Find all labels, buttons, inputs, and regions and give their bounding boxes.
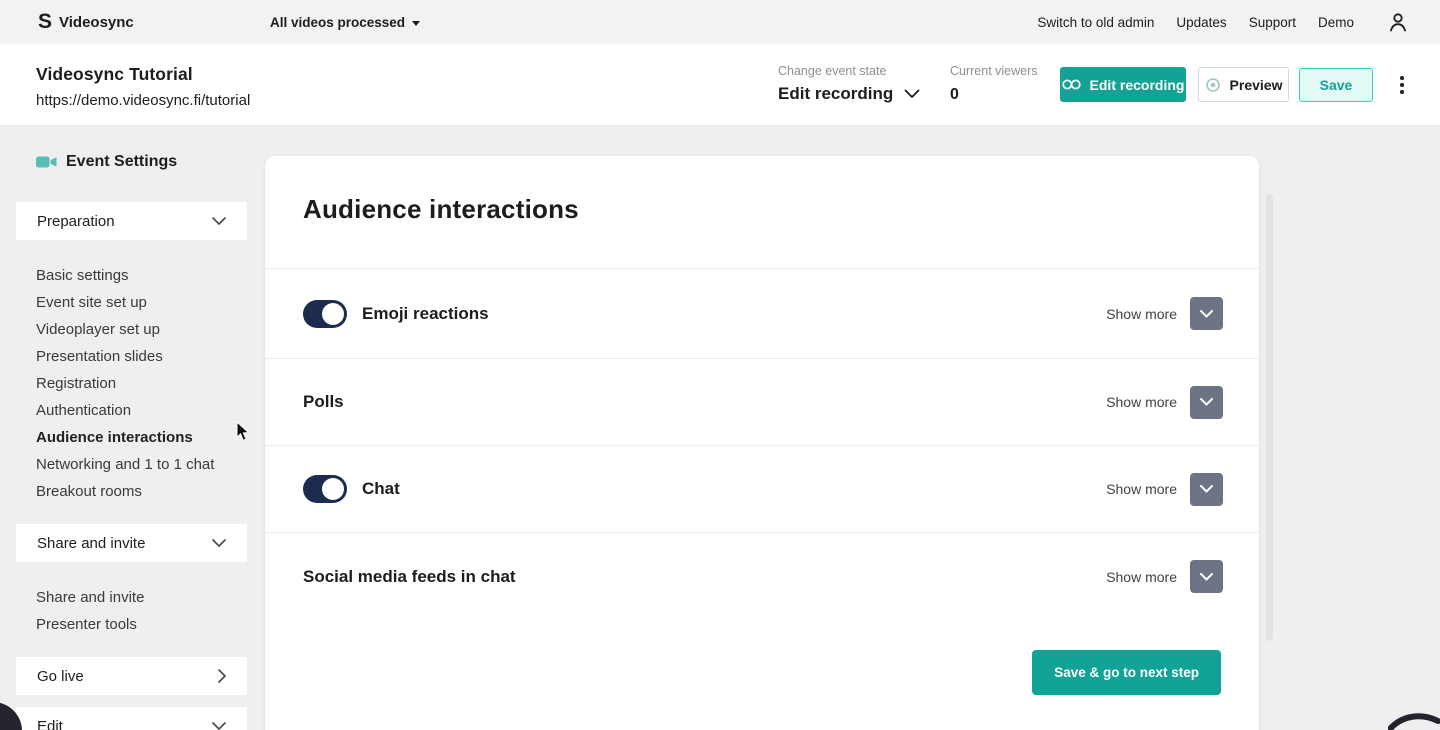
save-go-next-step-button[interactable]: Save & go to next step (1032, 650, 1221, 695)
sidebar-item-breakout-rooms[interactable]: Breakout rooms (36, 478, 214, 505)
sidebar-item-networking-1to1-chat[interactable]: Networking and 1 to 1 chat (36, 451, 214, 478)
current-viewers-label: Current viewers (950, 64, 1038, 78)
expand-button[interactable] (1190, 473, 1223, 506)
sidebar-item-videoplayer-set-up[interactable]: Videoplayer set up (36, 316, 214, 343)
event-title-block: Videosync Tutorial https://demo.videosyn… (36, 64, 250, 109)
setting-label: Emoji reactions (362, 304, 489, 324)
show-more-link[interactable]: Show more (1106, 306, 1177, 322)
chevron-down-icon (212, 217, 226, 225)
sidebar-item-registration[interactable]: Registration (36, 370, 214, 397)
show-more-link[interactable]: Show more (1106, 394, 1177, 410)
updates-link[interactable]: Updates (1176, 15, 1226, 30)
video-camera-icon (36, 155, 57, 169)
setting-row-chat: Chat Show more (265, 445, 1259, 532)
sidebar-item-share-and-invite[interactable]: Share and invite (36, 584, 144, 611)
logo-text: Videosync (59, 14, 134, 31)
sidebar-section-go-live[interactable]: Go live (16, 657, 247, 695)
mouse-cursor (236, 421, 251, 442)
chevron-down-icon (212, 539, 226, 547)
edit-label: Edit (37, 718, 63, 730)
preview-eye-icon (1205, 77, 1221, 93)
chevron-down-icon (904, 89, 920, 99)
setting-label: Social media feeds in chat (303, 567, 516, 587)
sidebar-section-share-and-invite[interactable]: Share and invite (16, 524, 247, 562)
go-live-label: Go live (37, 668, 84, 685)
preparation-label: Preparation (37, 213, 115, 230)
current-viewers-count: 0 (950, 86, 1038, 104)
setting-row-social-media-feeds: Social media feeds in chat Show more (265, 532, 1259, 620)
chevron-down-icon (1200, 573, 1213, 581)
support-link[interactable]: Support (1249, 15, 1296, 30)
sidebar-section-preparation[interactable]: Preparation (16, 202, 247, 240)
show-more-link[interactable]: Show more (1106, 569, 1177, 585)
sidebar-item-presentation-slides[interactable]: Presentation slides (36, 343, 214, 370)
share-and-invite-label: Share and invite (37, 535, 145, 552)
more-options-kebab-icon[interactable] (1392, 68, 1412, 102)
logo-s-icon: S (38, 10, 51, 34)
chevron-down-icon (1200, 310, 1213, 318)
panel-scrollbar[interactable] (1266, 194, 1273, 641)
app-screen: S Videosync All videos processed Switch … (0, 0, 1440, 730)
setting-label: Polls (303, 392, 344, 412)
setting-row-polls: Polls Show more (265, 358, 1259, 445)
page-body: Event Settings Preparation Basic setting… (0, 126, 1440, 730)
edit-recording-button[interactable]: Edit recording (1060, 67, 1186, 102)
save-button-label: Save (1320, 77, 1353, 93)
show-more-link[interactable]: Show more (1106, 481, 1177, 497)
sidebar-header: Event Settings (36, 153, 177, 171)
event-state-dropdown[interactable]: Edit recording (778, 84, 920, 104)
sidebar-item-authentication[interactable]: Authentication (36, 397, 214, 424)
user-account-icon[interactable] (1386, 10, 1410, 34)
expand-button[interactable] (1190, 386, 1223, 419)
share-items: Share and invite Presenter tools (36, 584, 144, 638)
setting-label: Chat (362, 479, 400, 499)
emoji-reactions-toggle[interactable] (303, 300, 347, 328)
event-state-value: Edit recording (778, 84, 893, 104)
event-header: Videosync Tutorial https://demo.videosyn… (0, 44, 1440, 126)
preparation-items: Basic settings Event site set up Videopl… (36, 262, 214, 505)
event-state-block: Change event state Edit recording (778, 64, 920, 104)
settings-card: Audience interactions Emoji reactions Sh… (265, 156, 1259, 730)
recording-icon (1062, 78, 1081, 91)
event-state-label: Change event state (778, 64, 920, 78)
page-title: Audience interactions (303, 194, 579, 225)
topbar: S Videosync All videos processed Switch … (0, 0, 1440, 44)
chevron-down-icon (1200, 398, 1213, 406)
preview-button[interactable]: Preview (1198, 67, 1289, 102)
switch-to-old-admin-link[interactable]: Switch to old admin (1037, 15, 1154, 30)
chevron-down-icon (212, 722, 226, 730)
topbar-links: Switch to old admin Updates Support Demo (1037, 0, 1354, 44)
sidebar-item-event-site-set-up[interactable]: Event site set up (36, 289, 214, 316)
sidebar-title: Event Settings (66, 153, 177, 171)
videos-processed-dropdown[interactable]: All videos processed (270, 0, 420, 44)
edit-recording-button-label: Edit recording (1090, 77, 1185, 93)
sidebar-section-edit[interactable]: Edit (16, 707, 247, 730)
decor-shape-bottom-right (1388, 711, 1440, 730)
chevron-down-icon (1200, 485, 1213, 493)
caret-down-icon (412, 21, 420, 26)
save-button[interactable]: Save (1299, 68, 1373, 102)
chat-toggle[interactable] (303, 475, 347, 503)
sidebar-item-audience-interactions[interactable]: Audience interactions (36, 424, 214, 451)
expand-button[interactable] (1190, 560, 1223, 593)
videos-processed-label: All videos processed (270, 15, 405, 30)
event-url[interactable]: https://demo.videosync.fi/tutorial (36, 92, 250, 109)
expand-button[interactable] (1190, 297, 1223, 330)
current-viewers-block: Current viewers 0 (950, 64, 1038, 104)
preview-button-label: Preview (1230, 77, 1283, 93)
chevron-right-icon (218, 669, 226, 683)
event-title: Videosync Tutorial (36, 64, 250, 85)
videosync-logo[interactable]: S Videosync (38, 0, 134, 44)
setting-row-emoji-reactions: Emoji reactions Show more (265, 268, 1259, 358)
demo-link[interactable]: Demo (1318, 15, 1354, 30)
sidebar-item-presenter-tools[interactable]: Presenter tools (36, 611, 144, 638)
sidebar-item-basic-settings[interactable]: Basic settings (36, 262, 214, 289)
